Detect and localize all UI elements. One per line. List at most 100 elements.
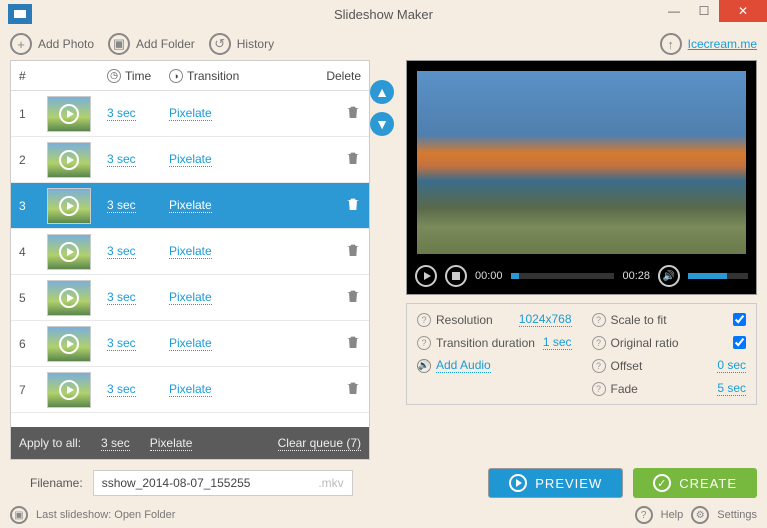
history-icon: ↺ <box>209 33 231 55</box>
help-icon[interactable]: ? <box>592 313 606 327</box>
slide-thumbnail[interactable] <box>47 372 91 408</box>
play-icon <box>59 380 79 400</box>
help-icon[interactable]: ? <box>592 336 606 350</box>
row-transition[interactable]: Pixelate <box>169 152 212 167</box>
delete-button[interactable] <box>345 104 361 120</box>
play-icon <box>59 150 79 170</box>
row-number: 3 <box>19 199 47 213</box>
settings-panel: ?Resolution 1024x768 ?Scale to fit ?Tran… <box>406 303 757 405</box>
table-header: # ◷Time ◑Transition Delete <box>11 61 369 91</box>
row-time[interactable]: 3 sec <box>107 244 136 259</box>
play-icon <box>59 242 79 262</box>
row-time[interactable]: 3 sec <box>107 336 136 351</box>
play-icon <box>59 196 79 216</box>
header-delete: Delete <box>301 69 361 83</box>
app-title: Slideshow Maker <box>334 7 433 22</box>
clear-queue-link[interactable]: Clear queue (7) <box>278 436 361 451</box>
toolbar: + Add Photo ▣ Add Folder ↺ History ↑ Ice… <box>0 28 767 60</box>
apply-all-row: Apply to all: 3 sec Pixelate Clear queue… <box>11 427 369 459</box>
filename-label: Filename: <box>30 476 83 490</box>
time-current: 00:00 <box>475 270 503 282</box>
stop-button[interactable] <box>445 265 467 287</box>
ratio-checkbox[interactable] <box>733 336 746 349</box>
folder-icon[interactable]: ▣ <box>10 506 28 524</box>
table-row[interactable]: 7 3 sec Pixelate <box>11 367 369 413</box>
delete-button[interactable] <box>345 334 361 350</box>
fade-value[interactable]: 5 sec <box>717 381 746 396</box>
delete-button[interactable] <box>345 288 361 304</box>
slide-list: # ◷Time ◑Transition Delete 13 secPixelat… <box>10 60 370 460</box>
row-transition[interactable]: Pixelate <box>169 382 212 397</box>
filename-input[interactable]: sshow_2014-08-07_155255 .mkv <box>93 470 353 496</box>
play-button[interactable] <box>415 265 437 287</box>
brand-link[interactable]: ↑ Icecream.me <box>660 33 757 55</box>
create-button[interactable]: CREATE <box>633 468 757 498</box>
delete-button[interactable] <box>345 196 361 212</box>
help-icon[interactable]: ? <box>635 506 653 524</box>
help-link[interactable]: Help <box>661 509 684 521</box>
row-transition[interactable]: Pixelate <box>169 198 212 213</box>
settings-link[interactable]: Settings <box>717 509 757 521</box>
gear-icon[interactable]: ⚙ <box>691 506 709 524</box>
app-icon <box>8 4 32 24</box>
row-time[interactable]: 3 sec <box>107 382 136 397</box>
clock-icon: ◷ <box>107 69 121 83</box>
table-row[interactable]: 63 secPixelate <box>11 321 369 367</box>
row-time[interactable]: 3 sec <box>107 198 136 213</box>
row-number: 7 <box>19 383 47 397</box>
add-folder-button[interactable]: ▣ Add Folder <box>108 33 195 55</box>
help-icon[interactable]: ? <box>417 313 431 327</box>
delete-button[interactable] <box>345 150 361 166</box>
row-time[interactable]: 3 sec <box>107 152 136 167</box>
transition-duration-value[interactable]: 1 sec <box>543 335 572 350</box>
scale-checkbox[interactable] <box>733 313 746 326</box>
help-icon[interactable]: ? <box>417 336 431 350</box>
row-transition[interactable]: Pixelate <box>169 244 212 259</box>
slide-thumbnail[interactable] <box>47 96 91 132</box>
minimize-button[interactable]: — <box>659 0 689 22</box>
preview-button[interactable]: PREVIEW <box>488 468 623 498</box>
table-row[interactable]: 2 3 sec Pixelate <box>11 137 369 183</box>
row-number: 2 <box>19 153 47 167</box>
help-icon[interactable]: ? <box>592 359 606 373</box>
slide-thumbnail[interactable] <box>47 326 91 362</box>
move-down-button[interactable]: ▼ <box>370 112 394 136</box>
offset-value[interactable]: 0 sec <box>717 358 746 373</box>
maximize-button[interactable]: ☐ <box>689 0 719 22</box>
volume-bar[interactable] <box>688 273 748 279</box>
table-row[interactable]: 3 3 sec Pixelate <box>11 183 369 229</box>
history-button[interactable]: ↺ History <box>209 33 274 55</box>
play-icon <box>59 334 79 354</box>
slide-thumbnail[interactable] <box>47 280 91 316</box>
add-photo-button[interactable]: + Add Photo <box>10 33 94 55</box>
row-number: 4 <box>19 245 47 259</box>
slide-thumbnail[interactable] <box>47 234 91 270</box>
apply-all-label: Apply to all: <box>19 436 81 450</box>
move-up-button[interactable]: ▲ <box>370 80 394 104</box>
row-transition[interactable]: Pixelate <box>169 336 212 351</box>
preview-panel: 00:00 00:28 🔊 <box>406 60 757 295</box>
apply-all-time[interactable]: 3 sec <box>101 436 130 451</box>
row-time[interactable]: 3 sec <box>107 290 136 305</box>
table-row[interactable]: 13 secPixelate <box>11 91 369 137</box>
preview-image <box>417 71 746 254</box>
slide-thumbnail[interactable] <box>47 188 91 224</box>
delete-button[interactable] <box>345 380 361 396</box>
table-row[interactable]: 4 3 sec Pixelate <box>11 229 369 275</box>
slide-thumbnail[interactable] <box>47 142 91 178</box>
row-transition[interactable]: Pixelate <box>169 290 212 305</box>
help-icon[interactable]: ? <box>592 382 606 396</box>
delete-button[interactable] <box>345 242 361 258</box>
apply-all-transition[interactable]: Pixelate <box>150 436 193 451</box>
transition-icon: ◑ <box>169 69 183 83</box>
close-button[interactable]: ✕ <box>719 0 767 22</box>
upload-icon: ↑ <box>660 33 682 55</box>
progress-bar[interactable] <box>511 273 615 279</box>
mute-button[interactable]: 🔊 <box>658 265 680 287</box>
row-time[interactable]: 3 sec <box>107 106 136 121</box>
resolution-value[interactable]: 1024x768 <box>519 312 572 327</box>
table-row[interactable]: 53 secPixelate <box>11 275 369 321</box>
add-audio-link[interactable]: Add Audio <box>436 358 491 373</box>
row-transition[interactable]: Pixelate <box>169 106 212 121</box>
last-slideshow-link[interactable]: Last slideshow: Open Folder <box>36 509 175 521</box>
